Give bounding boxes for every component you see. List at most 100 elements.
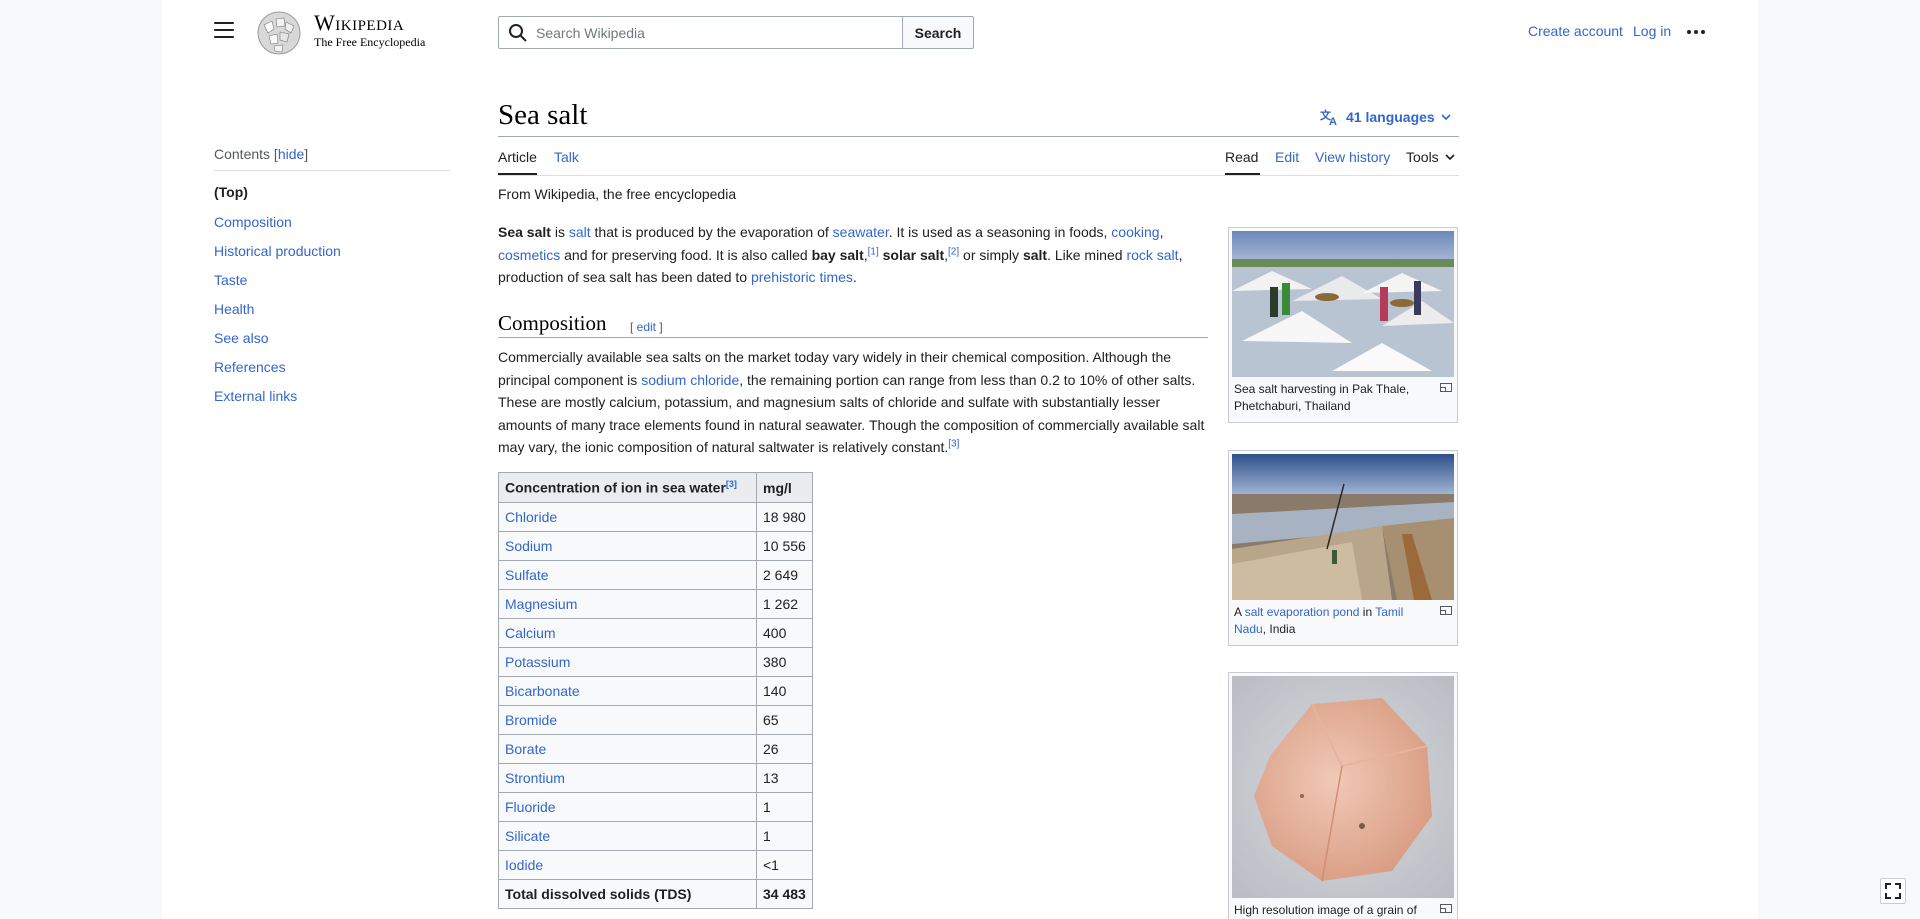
- section-edit-link[interactable]: edit: [637, 320, 656, 334]
- ion-cell: Iodide: [498, 850, 757, 880]
- ion-link[interactable]: Magnesium: [505, 596, 577, 612]
- toc-item-taste[interactable]: Taste: [214, 272, 450, 288]
- svg-text:A: A: [1329, 116, 1337, 126]
- ion-link[interactable]: Sodium: [505, 538, 552, 554]
- column-header-ion: Concentration of ion in sea water[3]: [498, 472, 757, 503]
- ion-link[interactable]: Fluoride: [505, 799, 556, 815]
- composition-paragraph: Commercially available sea salts on the …: [498, 346, 1210, 459]
- concentration-cell: 140: [756, 676, 813, 706]
- search-button[interactable]: Search: [902, 16, 974, 49]
- search-input[interactable]: [534, 23, 894, 42]
- toc-hide-link[interactable]: hide: [278, 146, 304, 162]
- link-rock-salt[interactable]: rock salt: [1126, 247, 1178, 263]
- ion-cell: Sodium: [498, 531, 757, 561]
- caption-text: , India: [1262, 622, 1296, 636]
- tab-read[interactable]: Read: [1225, 149, 1258, 165]
- column-header-unit: mg/l: [756, 472, 813, 503]
- fullscreen-toggle-button[interactable]: [1880, 878, 1906, 904]
- concentration-cell: 18 980: [756, 502, 813, 532]
- ion-link[interactable]: Bicarbonate: [505, 683, 580, 699]
- ion-cell: Silicate: [498, 821, 757, 851]
- text: is: [550, 224, 569, 240]
- heading-divider: [498, 337, 1208, 338]
- concentration-cell: 1: [756, 821, 813, 851]
- concentration-cell: <1: [756, 850, 813, 880]
- ion-link[interactable]: Borate: [505, 741, 546, 757]
- concentration-cell: 1 262: [756, 589, 813, 619]
- main-menu-icon[interactable]: [214, 22, 234, 40]
- title-divider: [498, 136, 1459, 137]
- salt-harvesting-image[interactable]: [1232, 231, 1454, 377]
- toc-item-references[interactable]: References: [214, 359, 450, 375]
- text: and for preserving food. It is also call…: [560, 246, 812, 263]
- ion-cell: Sulfate: [498, 560, 757, 590]
- create-account-link[interactable]: Create account: [1528, 23, 1623, 39]
- toc-item-historical-production[interactable]: Historical production: [214, 243, 450, 259]
- toc-item-top[interactable]: (Top): [214, 184, 450, 200]
- salt-grain-image[interactable]: [1232, 676, 1454, 898]
- table-row: Chloride 18 980: [498, 502, 813, 532]
- caption-text: High resolution image of a grain of: [1234, 903, 1417, 917]
- text: that is produced by the evaporation of: [590, 224, 833, 240]
- wordmark-tagline: The Free Encyclopedia: [314, 35, 426, 49]
- tab-view-history[interactable]: View history: [1315, 149, 1390, 165]
- tools-menu[interactable]: Tools: [1406, 149, 1455, 165]
- wikipedia-globe-logo[interactable]: [254, 9, 304, 56]
- reference-1[interactable]: [1]: [868, 246, 879, 257]
- reference-3[interactable]: [3]: [948, 439, 959, 450]
- reference-3[interactable]: [3]: [726, 479, 737, 489]
- toc-item-external-links[interactable]: External links: [214, 388, 450, 404]
- link-sodium-chloride[interactable]: sodium chloride: [641, 372, 739, 388]
- table-row: Calcium 400: [498, 618, 813, 648]
- toc-item-see-also[interactable]: See also: [214, 330, 450, 346]
- tab-talk[interactable]: Talk: [554, 149, 579, 165]
- caption-text: Sea salt harvesting in Pak Thale, Phetch…: [1234, 382, 1410, 413]
- enlarge-icon[interactable]: [1440, 383, 1452, 392]
- ion-link[interactable]: Potassium: [505, 654, 570, 670]
- more-options-icon[interactable]: [1687, 22, 1707, 42]
- search-field[interactable]: [498, 16, 903, 49]
- toc-item-composition[interactable]: Composition: [214, 214, 450, 230]
- text: . It is used as a seasoning in foods,: [888, 224, 1112, 240]
- link-cooking[interactable]: cooking: [1111, 224, 1159, 240]
- enlarge-icon[interactable]: [1440, 606, 1452, 615]
- enlarge-icon[interactable]: [1440, 904, 1452, 913]
- link-salt-evaporation-pond[interactable]: salt evaporation pond: [1245, 605, 1360, 619]
- table-row: Fluoride 1: [498, 792, 813, 822]
- ion-link[interactable]: Calcium: [505, 625, 556, 641]
- toc-item-health[interactable]: Health: [214, 301, 450, 317]
- language-count: 41 languages: [1346, 109, 1435, 125]
- ion-link[interactable]: Strontium: [505, 770, 565, 786]
- reference-2[interactable]: [2]: [948, 246, 959, 257]
- tab-article[interactable]: Article: [498, 149, 537, 165]
- ion-cell: Calcium: [498, 618, 757, 648]
- thumbnail-caption: High resolution image of a grain of: [1232, 898, 1454, 919]
- table-row: Borate 26: [498, 734, 813, 764]
- link-salt[interactable]: salt: [569, 224, 591, 240]
- concentration-cell: 2 649: [756, 560, 813, 590]
- link-cosmetics[interactable]: cosmetics: [498, 247, 560, 263]
- column-header-label: Concentration of ion in sea water: [505, 479, 726, 496]
- ion-cell: Chloride: [498, 502, 757, 532]
- tools-label: Tools: [1406, 149, 1439, 165]
- link-seawater[interactable]: seawater: [833, 224, 889, 240]
- ion-link[interactable]: Sulfate: [505, 567, 549, 583]
- ion-link[interactable]: Bromide: [505, 712, 557, 728]
- link-prehistoric-times[interactable]: prehistoric times: [751, 269, 853, 285]
- thumbnail-salt-harvesting: Sea salt harvesting in Pak Thale, Phetch…: [1228, 227, 1458, 423]
- ion-link[interactable]: Chloride: [505, 509, 557, 525]
- wikipedia-wordmark[interactable]: Wikipedia The Free Encyclopedia: [314, 11, 426, 50]
- ion-cell: Borate: [498, 734, 757, 764]
- log-in-link[interactable]: Log in: [1633, 23, 1671, 39]
- ion-link[interactable]: Silicate: [505, 828, 550, 844]
- total-label: Total dissolved solids (TDS): [498, 879, 757, 909]
- salt-pond-image[interactable]: [1232, 454, 1454, 600]
- table-row: Sodium 10 556: [498, 531, 813, 561]
- tab-edit[interactable]: Edit: [1275, 149, 1299, 165]
- toc-heading: Contents [hide]: [214, 146, 450, 171]
- language-selector[interactable]: 文 A 41 languages: [1320, 108, 1451, 126]
- ion-link[interactable]: Iodide: [505, 857, 543, 873]
- ion-cell: Strontium: [498, 763, 757, 793]
- ion-cell: Potassium: [498, 647, 757, 677]
- table-header-row: Concentration of ion in sea water[3] mg/…: [498, 472, 813, 503]
